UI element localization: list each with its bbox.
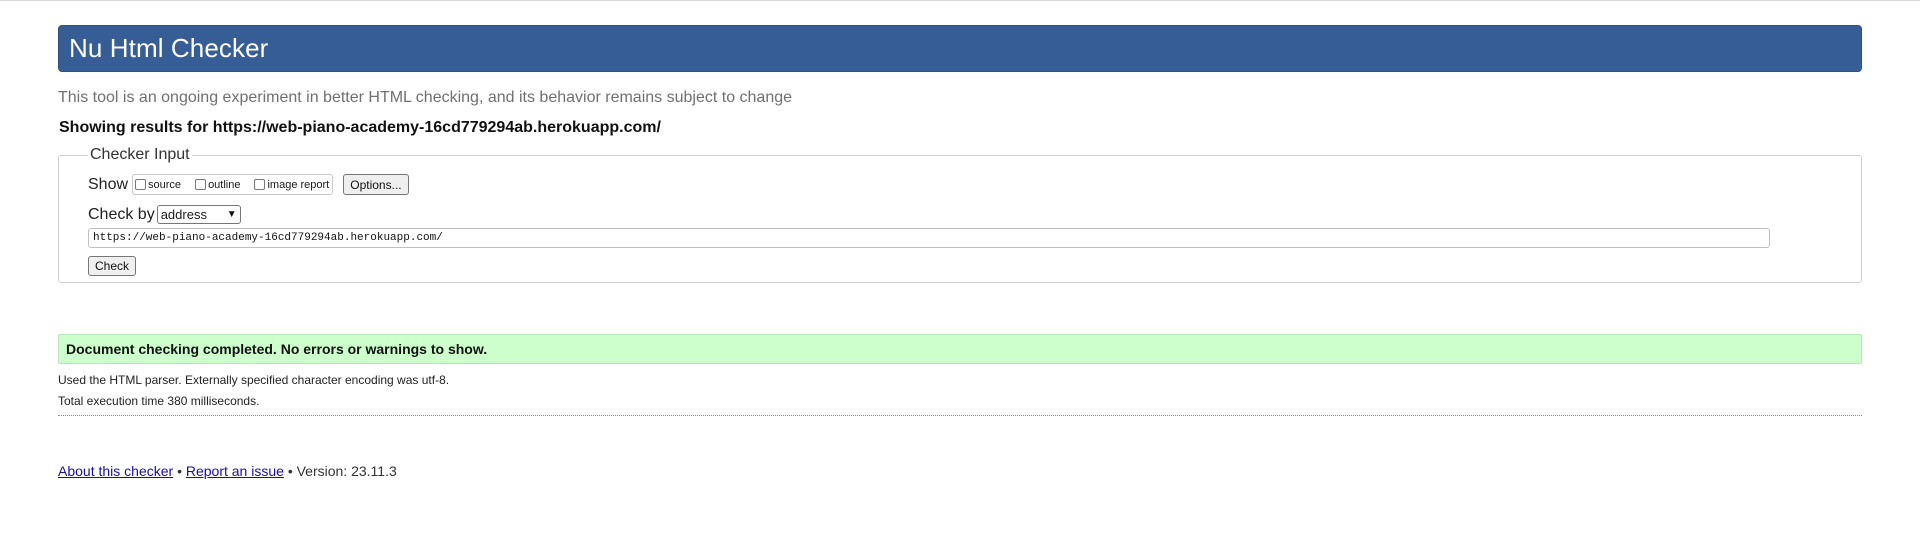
url-input[interactable]: https://web-piano-academy-16cd779294ab.h… <box>88 228 1770 248</box>
image-report-label: image report <box>267 178 330 191</box>
show-option-source[interactable]: source <box>135 179 181 191</box>
intro-text: This tool is an ongoing experiment in be… <box>58 89 793 106</box>
show-option-image-report[interactable]: image report <box>254 179 329 191</box>
dotted-divider <box>58 415 1862 416</box>
check-by-select[interactable]: address ▼ <box>156 205 241 224</box>
checker-input-legend: Checker Input <box>90 146 190 163</box>
source-label: source <box>148 178 182 191</box>
footer-separator: • <box>177 463 182 479</box>
result-details: Used the HTML parser. Externally specifi… <box>58 370 1862 412</box>
image-report-checkbox[interactable] <box>254 179 266 190</box>
source-checkbox[interactable] <box>135 179 147 190</box>
report-issue-link[interactable]: Report an issue <box>186 463 284 479</box>
show-label: Show <box>88 175 129 193</box>
page-header: Nu Html Checker <box>58 25 1862 72</box>
about-link[interactable]: About this checker <box>58 463 173 479</box>
show-option-outline[interactable]: outline <box>195 179 240 191</box>
execution-time: Total execution time 380 milliseconds. <box>58 394 260 408</box>
outline-label: outline <box>208 178 241 191</box>
check-by-value: address <box>160 207 207 222</box>
outline-checkbox[interactable] <box>195 179 207 190</box>
page-title: Nu Html Checker <box>69 33 269 63</box>
chevron-down-icon: ▼ <box>226 209 237 220</box>
check-by-label: Check by <box>88 205 155 223</box>
top-border <box>0 0 1920 1</box>
checker-input-fieldset: Checker Input Show source outline image … <box>58 146 1862 283</box>
status-message: Document checking completed. No errors o… <box>58 334 1862 364</box>
check-button[interactable]: Check <box>88 256 137 276</box>
parser-note: Used the HTML parser. Externally specifi… <box>58 373 450 387</box>
check-by-row: Check by address ▼ <box>88 205 1861 224</box>
version-text: Version: 23.11.3 <box>296 463 397 479</box>
page-container: Nu Html Checker This tool is an ongoing … <box>58 25 1862 479</box>
footer: About this checker • Report an issue • V… <box>58 463 1862 479</box>
show-row: Show source outline image report Options… <box>88 174 1861 195</box>
options-button[interactable]: Options... <box>343 174 409 195</box>
footer-separator: • <box>287 463 293 479</box>
results-heading: Showing results for https://web-piano-ac… <box>59 119 661 136</box>
show-options-group: source outline image report <box>132 174 334 195</box>
